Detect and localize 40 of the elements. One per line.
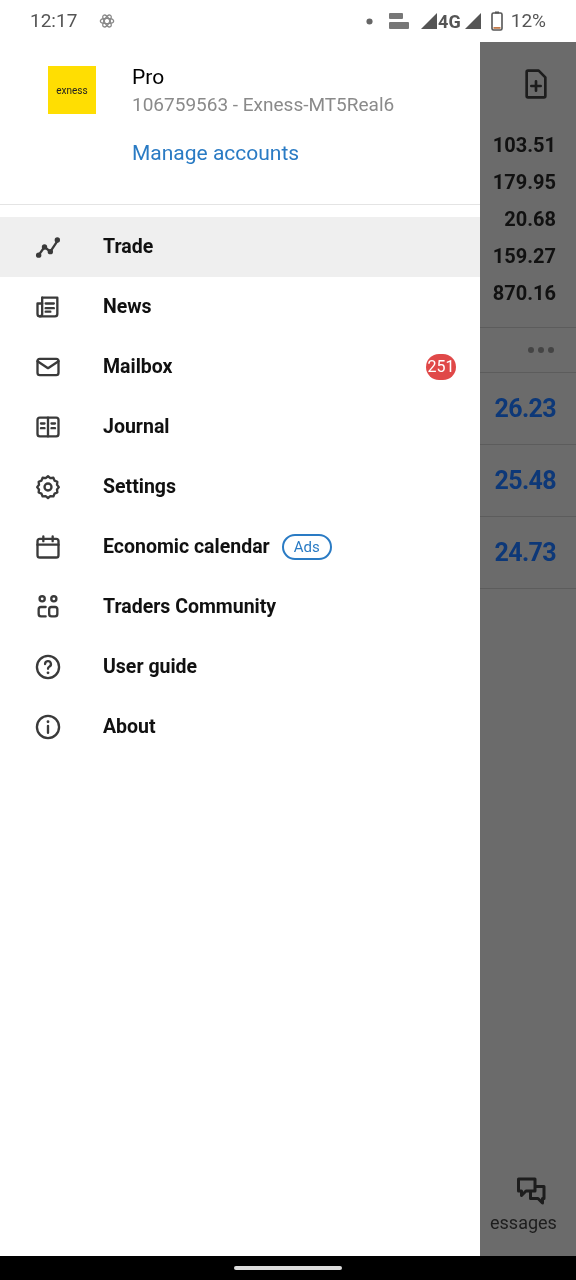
battery-level: 12% xyxy=(510,7,546,34)
help-icon xyxy=(34,653,62,681)
price-value: 870.16 xyxy=(492,279,556,307)
quote-value: 26.23 xyxy=(494,392,556,425)
signal-icon xyxy=(421,13,438,29)
signal-icon xyxy=(464,13,481,29)
quote-value: 25.48 xyxy=(494,464,556,497)
menu-label: User guide xyxy=(103,654,198,681)
exness-logo: exness xyxy=(48,66,96,114)
network-type: 4G xyxy=(438,9,461,34)
menu-label: Journal xyxy=(103,414,170,441)
menu-label: About xyxy=(103,714,156,741)
atom-icon xyxy=(99,13,116,29)
volte-icon xyxy=(387,11,412,31)
home-indicator[interactable] xyxy=(234,1266,342,1270)
calendar-icon xyxy=(34,533,62,561)
quote-value: 24.73 xyxy=(494,536,556,569)
ads-tag: Ads xyxy=(281,534,332,560)
menu-label: Mailbox xyxy=(103,354,173,381)
tab-label: essages xyxy=(490,1211,557,1235)
dot-icon xyxy=(366,17,374,25)
account-name: Pro xyxy=(132,64,166,90)
menu-label: Settings xyxy=(103,474,176,501)
unread-badge: 251 xyxy=(426,354,456,380)
settings-icon xyxy=(34,473,62,501)
manage-accounts-link[interactable]: Manage accounts xyxy=(132,138,395,170)
menu-label: Economic calendar xyxy=(103,534,270,561)
more-icon xyxy=(528,347,554,353)
price-value: 159.27 xyxy=(492,242,556,270)
price-value: 20.68 xyxy=(504,205,556,233)
menu-label: Trade xyxy=(103,234,154,261)
menu-item[interactable]: Trade xyxy=(0,217,480,277)
price-value: 103.51 xyxy=(492,131,556,159)
account-number: 106759563 - Exness-MT5Real6 xyxy=(132,92,395,118)
menu-label: News xyxy=(103,294,152,321)
battery-icon xyxy=(490,11,503,31)
status-time: 12:17 xyxy=(30,7,78,34)
info-icon xyxy=(34,713,62,741)
price-value: 179.95 xyxy=(492,168,556,196)
menu-label: Traders Community xyxy=(103,594,277,621)
